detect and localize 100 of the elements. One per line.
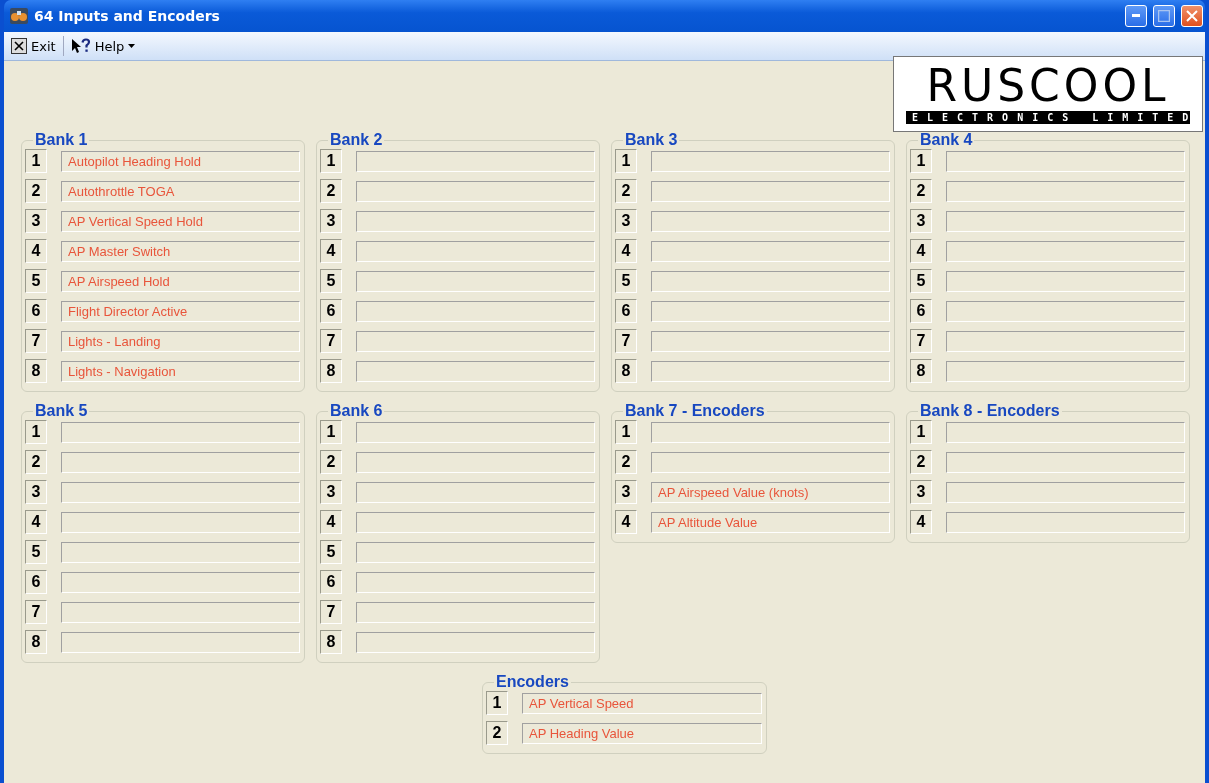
assignment-field[interactable] — [356, 571, 595, 593]
assignment-field[interactable] — [356, 360, 595, 382]
assignment-field[interactable] — [946, 300, 1185, 322]
assignment-field[interactable]: Autothrottle TOGA — [61, 180, 300, 202]
row-number: 7 — [910, 329, 932, 353]
row-number: 7 — [615, 329, 637, 353]
row-number: 4 — [320, 239, 342, 263]
assignment-field[interactable] — [356, 180, 595, 202]
assignment-field[interactable] — [651, 300, 890, 322]
assignment-field[interactable] — [651, 210, 890, 232]
assignment-field[interactable] — [356, 631, 595, 653]
assignment-field[interactable] — [61, 511, 300, 533]
assignment-field[interactable]: AP Heading Value — [522, 722, 762, 744]
assignment-field[interactable] — [356, 421, 595, 443]
assignment-field[interactable]: Lights - Navigation — [61, 360, 300, 382]
row-number: 8 — [25, 359, 47, 383]
help-menu-button[interactable]: Help — [67, 36, 139, 56]
row-number: 4 — [910, 239, 932, 263]
row-number: 1 — [615, 420, 637, 444]
assignment-field[interactable] — [946, 511, 1185, 533]
assignment-field[interactable] — [61, 601, 300, 623]
bank-title: Encoders — [495, 673, 570, 691]
assignment-field[interactable]: Autopilot Heading Hold — [61, 150, 300, 172]
assignment-field[interactable] — [356, 300, 595, 322]
row-number: 1 — [320, 420, 342, 444]
assignment-field[interactable] — [61, 481, 300, 503]
row-number: 3 — [320, 480, 342, 504]
assignment-field[interactable]: AP Airspeed Hold — [61, 270, 300, 292]
bank-title: Bank 8 - Encoders — [919, 402, 1061, 420]
maximize-icon — [1158, 10, 1170, 22]
assignment-field[interactable] — [946, 180, 1185, 202]
assignment-field[interactable] — [651, 451, 890, 473]
logo-name: RUSCOOL — [926, 64, 1170, 108]
assignment-field[interactable] — [61, 571, 300, 593]
assignment-field[interactable] — [356, 330, 595, 352]
minimize-button[interactable] — [1125, 5, 1147, 27]
assignment-field[interactable] — [946, 150, 1185, 172]
row-number: 8 — [320, 359, 342, 383]
assignment-field[interactable]: AP Master Switch — [61, 240, 300, 262]
assignment-field[interactable] — [946, 360, 1185, 382]
assignment-field[interactable]: AP Airspeed Value (knots) — [651, 481, 890, 503]
row-number: 7 — [25, 329, 47, 353]
bank-title: Bank 7 - Encoders — [624, 402, 766, 420]
row-number: 4 — [320, 510, 342, 534]
assignment-field[interactable] — [946, 421, 1185, 443]
assignment-field[interactable] — [356, 541, 595, 563]
row-number: 2 — [25, 179, 47, 203]
row-number: 5 — [320, 540, 342, 564]
row-number: 1 — [320, 149, 342, 173]
assignment-field[interactable] — [946, 451, 1185, 473]
assignment-field[interactable] — [356, 511, 595, 533]
row-number: 5 — [615, 269, 637, 293]
assignment-field[interactable] — [61, 541, 300, 563]
close-icon — [1186, 10, 1198, 22]
assignment-field[interactable] — [946, 210, 1185, 232]
assignment-field[interactable] — [356, 150, 595, 172]
bank-title: Bank 6 — [329, 402, 384, 420]
assignment-field[interactable] — [356, 601, 595, 623]
assignment-field[interactable] — [946, 240, 1185, 262]
bank-title: Bank 4 — [919, 131, 974, 149]
assignment-field[interactable]: AP Vertical Speed Hold — [61, 210, 300, 232]
assignment-field[interactable] — [356, 270, 595, 292]
row-number: 8 — [910, 359, 932, 383]
help-pointer-icon — [70, 38, 91, 54]
assignment-field[interactable] — [61, 451, 300, 473]
assignment-field[interactable] — [946, 270, 1185, 292]
row-number: 4 — [25, 239, 47, 263]
row-number: 5 — [25, 540, 47, 564]
row-number: 2 — [320, 450, 342, 474]
row-number: 2 — [910, 450, 932, 474]
row-number: 8 — [615, 359, 637, 383]
assignment-field[interactable] — [61, 421, 300, 443]
maximize-button[interactable] — [1153, 5, 1175, 27]
row-number: 3 — [910, 480, 932, 504]
assignment-field[interactable] — [356, 451, 595, 473]
assignment-field[interactable] — [61, 631, 300, 653]
row-number: 2 — [486, 721, 508, 745]
assignment-field[interactable] — [651, 421, 890, 443]
row-number: 3 — [320, 209, 342, 233]
assignment-field[interactable] — [356, 240, 595, 262]
assignment-field[interactable] — [651, 270, 890, 292]
assignment-field[interactable]: Flight Director Active — [61, 300, 300, 322]
assignment-field[interactable]: Lights - Landing — [61, 330, 300, 352]
assignment-field[interactable] — [946, 481, 1185, 503]
assignment-field[interactable] — [651, 150, 890, 172]
assignment-field[interactable] — [651, 180, 890, 202]
row-number: 8 — [320, 630, 342, 654]
assignment-field[interactable] — [651, 240, 890, 262]
assignment-field[interactable] — [651, 330, 890, 352]
assignment-field[interactable] — [651, 360, 890, 382]
assignment-field[interactable]: AP Altitude Value — [651, 511, 890, 533]
assignment-field[interactable] — [946, 330, 1185, 352]
close-button[interactable] — [1181, 5, 1203, 27]
row-number: 6 — [320, 570, 342, 594]
exit-button[interactable]: Exit — [8, 36, 59, 56]
assignment-field[interactable] — [356, 481, 595, 503]
row-number: 3 — [910, 209, 932, 233]
assignment-field[interactable]: AP Vertical Speed — [522, 692, 762, 714]
row-number: 6 — [25, 299, 47, 323]
assignment-field[interactable] — [356, 210, 595, 232]
